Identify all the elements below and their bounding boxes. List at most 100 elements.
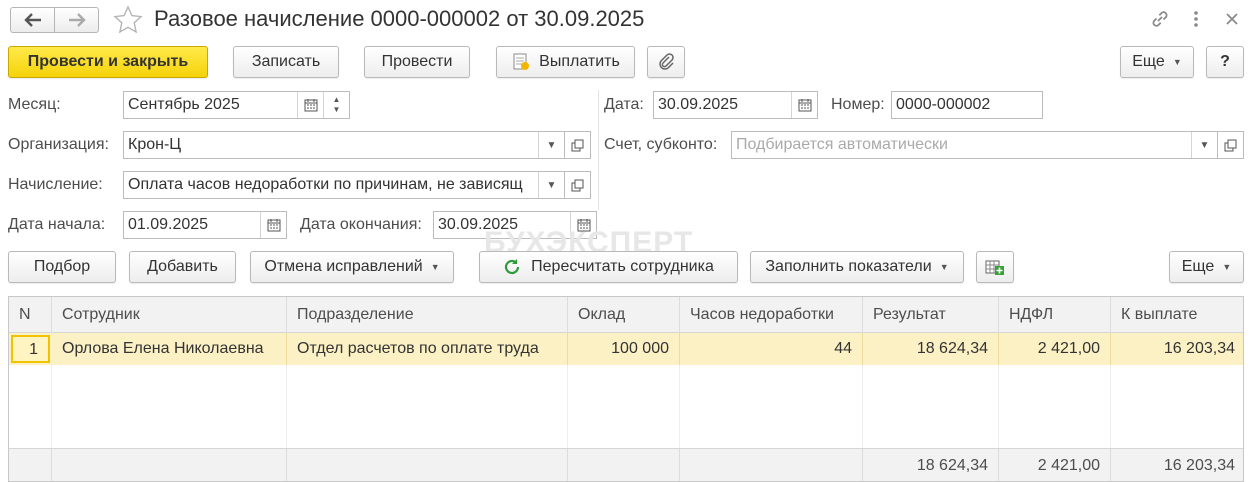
column-divider xyxy=(51,365,52,448)
cancel-corrections-label: Отмена исправлений xyxy=(264,258,423,275)
account-open-button[interactable] xyxy=(1218,131,1244,159)
column-divider xyxy=(286,365,287,448)
row-number-cell[interactable]: 1 xyxy=(11,335,50,363)
table-header: N Сотрудник Подразделение Оклад Часов не… xyxy=(9,297,1243,333)
column-salary[interactable]: Оклад xyxy=(568,297,680,333)
date-label: Дата: xyxy=(604,96,644,113)
start-date-label: Дата начала: xyxy=(8,216,106,233)
number-value: 0000-000002 xyxy=(896,96,991,113)
column-divider xyxy=(567,365,568,448)
add-button[interactable]: Добавить xyxy=(129,251,236,283)
employees-table[interactable]: N Сотрудник Подразделение Оклад Часов не… xyxy=(8,296,1244,482)
column-payout[interactable]: К выплате xyxy=(1111,297,1243,333)
arrow-left-icon xyxy=(23,13,41,27)
accrual-value: Оплата часов недоработки по причинам, не… xyxy=(128,176,523,193)
column-result[interactable]: Результат xyxy=(863,297,999,333)
number-field[interactable]: 0000-000002 xyxy=(891,91,1043,119)
account-dropdown-button[interactable]: ▼ xyxy=(1191,132,1217,158)
organization-dropdown-button[interactable]: ▼ xyxy=(538,132,564,158)
post-button[interactable]: Провести xyxy=(364,46,470,78)
account-placeholder: Подбирается автоматически xyxy=(736,136,948,153)
attach-button[interactable] xyxy=(647,46,685,78)
column-employee[interactable]: Сотрудник xyxy=(52,297,287,333)
arrow-right-icon xyxy=(68,13,86,27)
column-divider xyxy=(679,365,680,448)
accrual-label: Начисление: xyxy=(8,176,103,193)
pay-button[interactable]: Выплатить xyxy=(496,46,635,78)
chevron-down-icon: ▼ xyxy=(430,262,440,272)
table-add-column-button[interactable] xyxy=(976,251,1014,283)
column-n[interactable]: N xyxy=(9,297,52,333)
table-more-label: Еще xyxy=(1181,258,1215,275)
spin-down-icon[interactable]: ▼ xyxy=(333,105,341,115)
hours-cell[interactable]: 44 xyxy=(680,333,863,365)
select-button[interactable]: Подбор xyxy=(8,251,116,283)
column-divider xyxy=(998,365,999,448)
column-divider xyxy=(862,365,863,448)
ndfl-cell[interactable]: 2 421,00 xyxy=(999,333,1111,365)
table-footer: 18 624,34 2 421,00 16 203,34 xyxy=(9,448,1243,481)
end-date-label: Дата окончания: xyxy=(300,216,422,233)
link-icon[interactable] xyxy=(1149,8,1171,30)
account-field[interactable]: Подбирается автоматически ▼ xyxy=(731,131,1218,159)
start-date-calendar-button[interactable] xyxy=(260,212,286,238)
fill-indicators-button[interactable]: Заполнить показатели ▼ xyxy=(750,251,964,283)
footer-empty-cell xyxy=(568,449,680,481)
accrual-open-button[interactable] xyxy=(565,171,591,199)
account-label: Счет, субконто: xyxy=(604,136,718,153)
footer-payout-total: 16 203,34 xyxy=(1163,457,1235,474)
form-divider xyxy=(598,90,599,210)
save-button[interactable]: Записать xyxy=(233,46,339,78)
accrual-dropdown-button[interactable]: ▼ xyxy=(538,172,564,198)
close-icon[interactable] xyxy=(1224,8,1240,30)
date-calendar-button[interactable] xyxy=(791,92,817,118)
window-title: Разовое начисление 0000-000002 от 30.09.… xyxy=(154,6,645,31)
chevron-down-icon: ▼ xyxy=(1222,262,1232,272)
spin-up-icon[interactable]: ▲ xyxy=(333,95,341,105)
calendar-icon xyxy=(304,99,317,112)
pay-label: Выплатить xyxy=(539,53,620,70)
chevron-down-icon: ▼ xyxy=(546,179,557,191)
favorite-star-icon[interactable] xyxy=(113,5,143,35)
column-hours[interactable]: Часов недоработки xyxy=(680,297,863,333)
month-label: Месяц: xyxy=(8,96,61,113)
footer-empty-cell xyxy=(680,449,863,481)
post-and-close-button[interactable]: Провести и закрыть xyxy=(8,46,208,78)
forward-button[interactable] xyxy=(54,7,99,33)
employee-cell[interactable]: Орлова Елена Николаевна xyxy=(52,333,287,365)
department-cell[interactable]: Отдел расчетов по оплате труда xyxy=(287,333,568,365)
accrual-field[interactable]: Оплата часов недоработки по причинам, не… xyxy=(123,171,565,199)
number-label: Номер: xyxy=(831,96,885,113)
pay-document-icon xyxy=(513,53,530,70)
fill-indicators-label: Заполнить показатели xyxy=(765,258,932,275)
salary-cell[interactable]: 100 000 xyxy=(568,333,680,365)
more-button[interactable]: Еще ▼ xyxy=(1120,46,1194,78)
help-button[interactable]: ? xyxy=(1206,46,1244,78)
month-value: Сентябрь 2025 xyxy=(128,96,240,113)
payout-cell[interactable]: 16 203,34 xyxy=(1111,333,1243,365)
column-divider xyxy=(1110,365,1111,448)
start-date-field[interactable]: 01.09.2025 xyxy=(123,211,287,239)
more-vertical-icon[interactable] xyxy=(1189,8,1203,30)
calendar-icon xyxy=(267,219,280,232)
column-ndfl[interactable]: НДФЛ xyxy=(999,297,1111,333)
calendar-button[interactable] xyxy=(297,92,323,118)
cancel-corrections-button[interactable]: Отмена исправлений ▼ xyxy=(250,251,454,283)
table-more-button[interactable]: Еще ▼ xyxy=(1169,251,1244,283)
paperclip-icon xyxy=(659,53,674,70)
recalculate-label: Пересчитать сотрудника xyxy=(531,258,714,275)
open-window-icon xyxy=(571,179,584,191)
column-department[interactable]: Подразделение xyxy=(287,297,568,333)
date-value: 30.09.2025 xyxy=(658,96,739,113)
recalculate-employee-button[interactable]: Пересчитать сотрудника xyxy=(479,251,738,283)
result-cell[interactable]: 18 624,34 xyxy=(863,333,999,365)
organization-open-button[interactable] xyxy=(565,131,591,159)
table-row[interactable]: 1 Орлова Елена Николаевна Отдел расчетов… xyxy=(9,333,1243,365)
back-button[interactable] xyxy=(10,7,55,33)
date-field[interactable]: 30.09.2025 xyxy=(653,91,818,119)
organization-field[interactable]: Крон-Ц ▼ xyxy=(123,131,565,159)
footer-ndfl-total: 2 421,00 xyxy=(999,449,1111,481)
month-field[interactable]: Сентябрь 2025 ▲ ▼ xyxy=(123,91,350,119)
month-spinner[interactable]: ▲ ▼ xyxy=(323,92,349,118)
more-label: Еще xyxy=(1132,53,1165,70)
